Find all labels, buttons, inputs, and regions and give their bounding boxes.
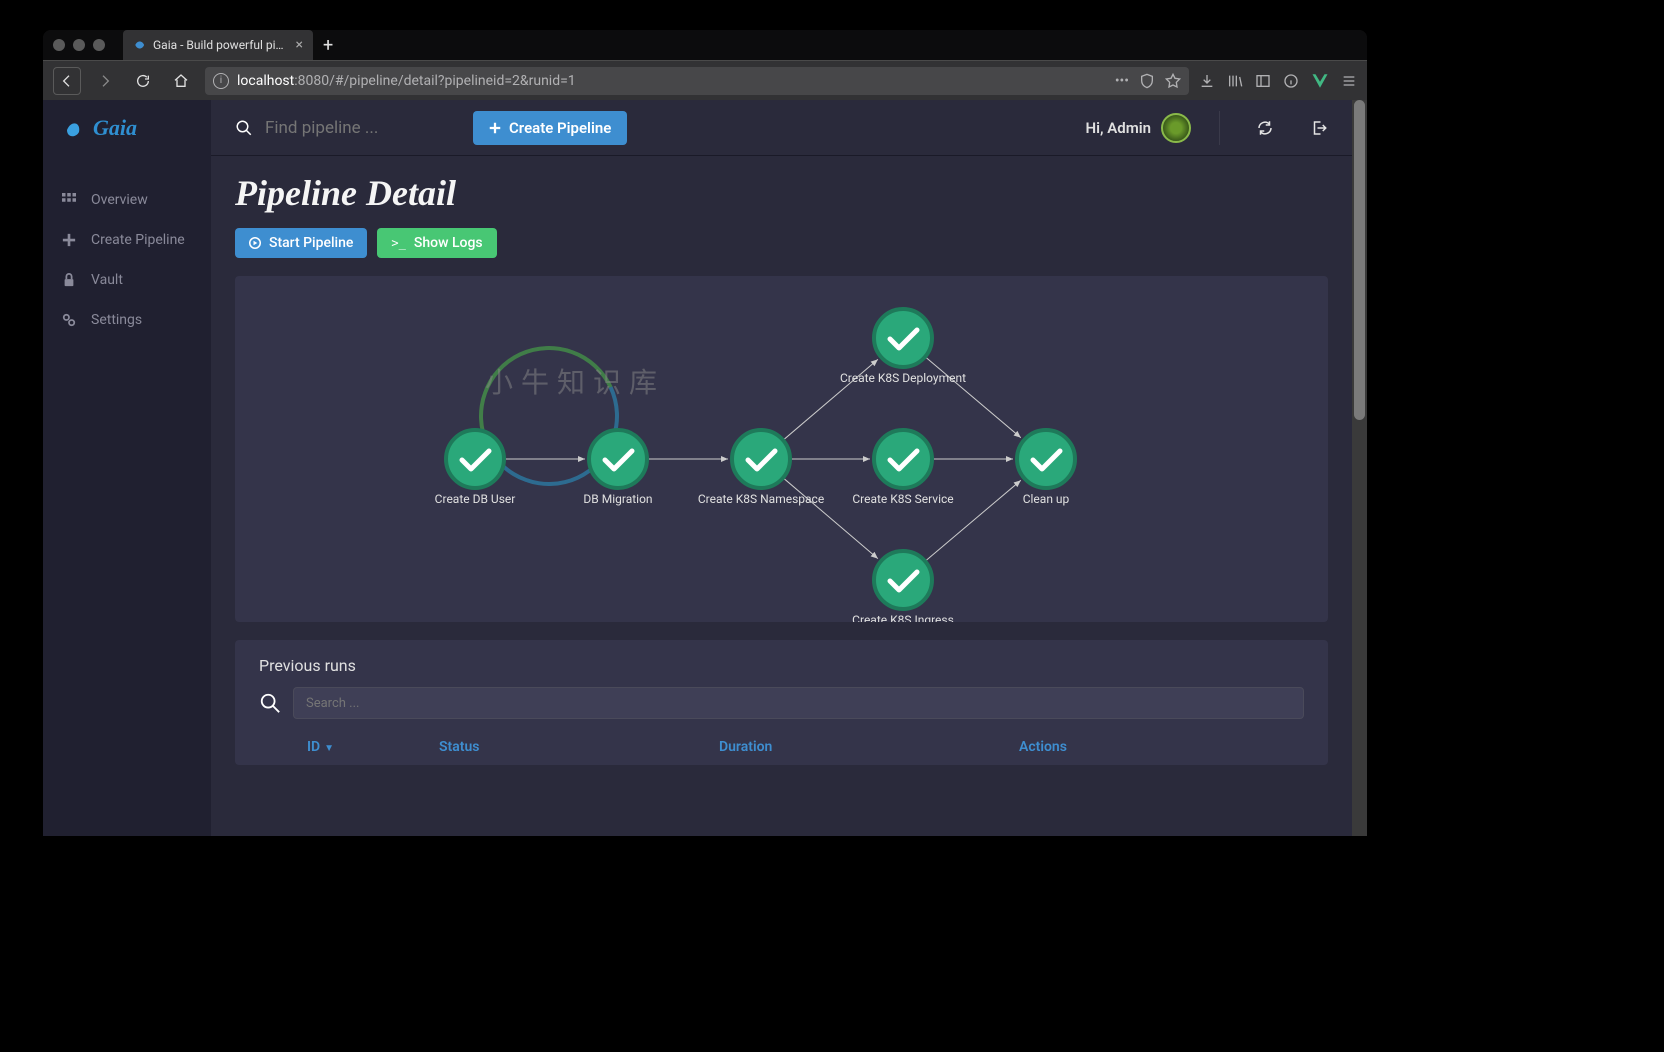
url-port: :8080	[294, 73, 329, 89]
user-greeting: Hi, Admin	[1085, 119, 1151, 137]
logo[interactable]: Gaia	[43, 100, 211, 156]
tab-title: Gaia - Build powerful pipelines	[153, 38, 290, 52]
url-ellipsis-icon[interactable]: •••	[1115, 73, 1129, 89]
topbar: Create Pipeline Hi, Admin	[211, 100, 1352, 156]
home-button[interactable]	[167, 67, 195, 95]
previous-runs-title: Previous runs	[259, 656, 1304, 675]
scrollbar-thumb[interactable]	[1354, 100, 1365, 420]
browser-tab[interactable]: Gaia - Build powerful pipelines ×	[123, 30, 313, 60]
lock-icon	[61, 273, 77, 287]
plus-icon	[61, 233, 77, 247]
graph-node-label: Create K8S Deployment	[840, 371, 966, 385]
graph-node[interactable]: Create K8S Ingress	[852, 551, 954, 622]
sidebar-item-label: Settings	[91, 312, 142, 328]
url-input[interactable]: i localhost:8080/#/pipeline/detail?pipel…	[205, 67, 1189, 95]
new-tab-button[interactable]: +	[323, 35, 333, 56]
runs-search-input[interactable]	[293, 687, 1304, 719]
plus-icon	[489, 122, 501, 134]
window-titlebar: Gaia - Build powerful pipelines × +	[43, 30, 1367, 60]
sidebar-item-label: Create Pipeline	[91, 232, 185, 248]
button-label: Start Pipeline	[269, 235, 353, 251]
button-label: Show Logs	[414, 235, 483, 251]
logo-text: Gaia	[93, 115, 137, 141]
graph-node-label: Create K8S Service	[852, 492, 953, 506]
sidebar-item-label: Overview	[91, 192, 148, 208]
forward-button[interactable]	[91, 67, 119, 95]
graph-node[interactable]: Clean up	[1017, 430, 1075, 506]
back-button[interactable]	[53, 67, 81, 95]
sidebar-item-create-pipeline[interactable]: Create Pipeline	[43, 220, 211, 260]
grid-icon	[61, 193, 77, 207]
tab-favicon	[133, 38, 147, 52]
graph-node-label: Create DB User	[435, 492, 516, 506]
shield-icon[interactable]	[1139, 73, 1155, 89]
minimize-dot[interactable]	[73, 39, 85, 51]
search-icon	[235, 119, 253, 137]
close-dot[interactable]	[53, 39, 65, 51]
graph-node[interactable]: DB Migration	[583, 430, 652, 506]
avatar[interactable]	[1161, 113, 1191, 143]
reload-button[interactable]	[129, 67, 157, 95]
page-title: Pipeline Detail	[235, 172, 1328, 214]
sort-desc-icon: ▼	[324, 743, 334, 754]
sidebar-item-overview[interactable]: Overview	[43, 180, 211, 220]
create-pipeline-button[interactable]: Create Pipeline	[473, 111, 627, 145]
graph-node[interactable]: Create DB User	[435, 430, 516, 506]
previous-runs-panel: Previous runs ID▼ Status Duration Action…	[235, 640, 1328, 765]
sidebar-item-label: Vault	[91, 272, 123, 288]
graph-edge	[925, 357, 1021, 438]
browser-window: Gaia - Build powerful pipelines × + i lo…	[43, 30, 1367, 836]
pipeline-graph[interactable]: Create DB User DB Migration Create K8S Nam…	[235, 276, 1328, 622]
site-info-icon[interactable]: i	[213, 73, 229, 89]
logout-icon[interactable]	[1310, 119, 1328, 137]
divider	[1219, 111, 1220, 145]
app-root: Gaia Overview Create Pipeline Vault Set	[43, 100, 1352, 836]
graph-edge	[783, 478, 878, 559]
search-input[interactable]	[265, 118, 445, 138]
runs-col-duration[interactable]: Duration	[719, 739, 1019, 755]
bookmark-star-icon[interactable]	[1165, 73, 1181, 89]
url-path: /#/pipeline/detail?pipelineid=2&runid=1	[329, 73, 576, 89]
runs-col-status[interactable]: Status	[439, 739, 719, 755]
refresh-icon[interactable]	[1256, 119, 1274, 137]
cogs-icon	[61, 313, 77, 327]
main: Create Pipeline Hi, Admin Pipeline Detai…	[211, 100, 1352, 836]
graph-node-label: Create K8S Ingress	[852, 613, 954, 622]
graph-node-label: Clean up	[1023, 492, 1070, 506]
info-icon[interactable]	[1283, 73, 1299, 89]
sidebar: Gaia Overview Create Pipeline Vault Set	[43, 100, 211, 836]
window-controls[interactable]	[53, 39, 105, 51]
play-icon	[249, 237, 261, 249]
vue-devtools-icon[interactable]	[1311, 72, 1329, 90]
graph-node-label: DB Migration	[583, 492, 652, 506]
logo-icon	[61, 116, 85, 140]
runs-col-id[interactable]: ID▼	[259, 739, 439, 755]
download-icon[interactable]	[1199, 73, 1215, 89]
graph-node-label: Create K8S Namespace	[698, 492, 824, 506]
terminal-icon: >_	[391, 236, 405, 250]
browser-toolbar: i localhost:8080/#/pipeline/detail?pipel…	[43, 60, 1367, 100]
hamburger-menu-icon[interactable]	[1341, 73, 1357, 89]
button-label: Create Pipeline	[509, 119, 611, 137]
graph-node[interactable]: Create K8S Service	[852, 430, 953, 506]
sidebar-menu: Overview Create Pipeline Vault Settings	[43, 180, 211, 340]
sidebar-item-settings[interactable]: Settings	[43, 300, 211, 340]
runs-table-header: ID▼ Status Duration Actions	[259, 729, 1304, 765]
sidebar-item-vault[interactable]: Vault	[43, 260, 211, 300]
tab-close-icon[interactable]: ×	[296, 37, 303, 53]
start-pipeline-button[interactable]: Start Pipeline	[235, 228, 367, 258]
maximize-dot[interactable]	[93, 39, 105, 51]
library-icon[interactable]	[1227, 73, 1243, 89]
runs-col-actions[interactable]: Actions	[1019, 739, 1304, 755]
show-logs-button[interactable]: >_ Show Logs	[377, 228, 496, 258]
graph-node[interactable]: Create K8S Deployment	[840, 309, 966, 385]
sidebar-toggle-icon[interactable]	[1255, 73, 1271, 89]
pipeline-graph-panel[interactable]: 小牛知识库 Create DB UserDB MigrationCreate K…	[235, 276, 1328, 622]
search-icon	[259, 692, 281, 714]
scrollbar-track[interactable]	[1352, 100, 1367, 836]
content: Pipeline Detail Start Pipeline >_ Show L…	[211, 156, 1352, 836]
graph-node[interactable]: Create K8S Namespace	[698, 430, 824, 506]
url-host: localhost	[237, 73, 294, 89]
